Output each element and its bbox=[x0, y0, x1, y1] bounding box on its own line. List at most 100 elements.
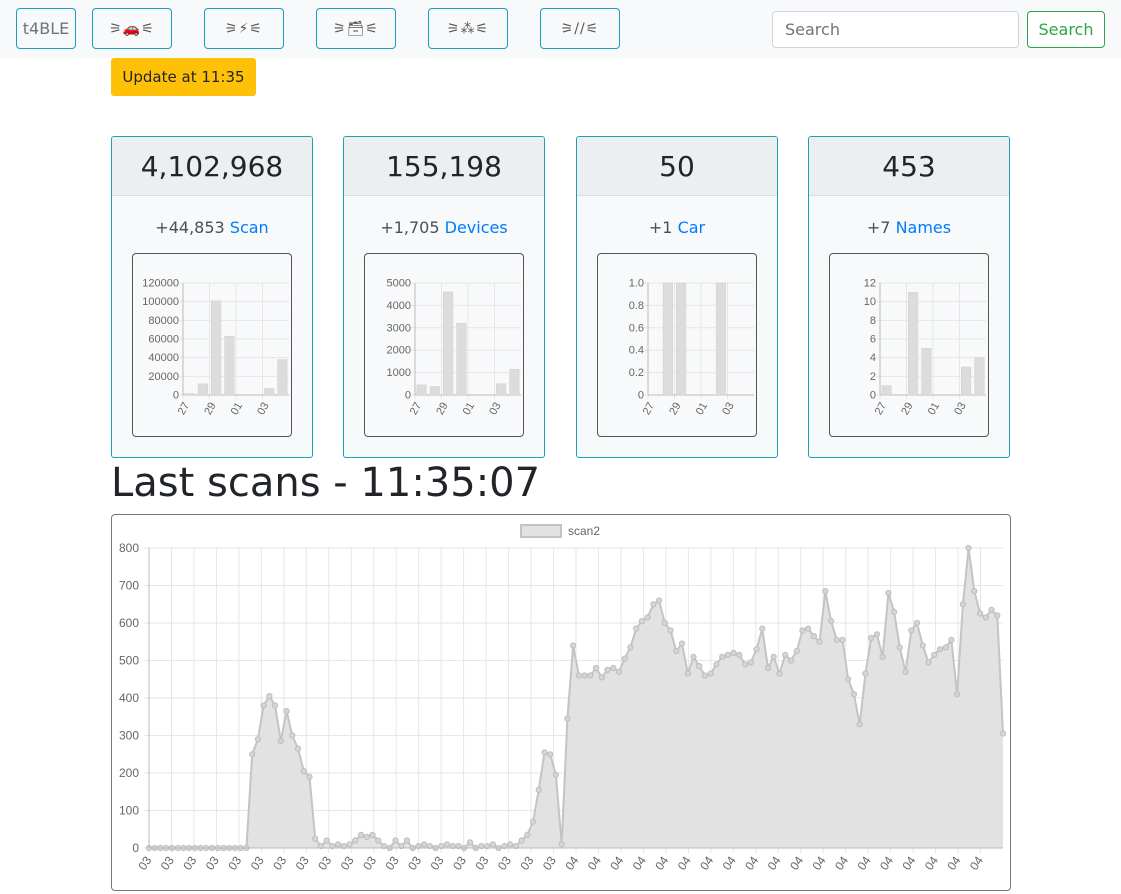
data-point bbox=[466, 839, 474, 846]
data-point bbox=[552, 771, 559, 778]
x-tick-label: 03 bbox=[720, 401, 737, 418]
y-tick-label: 400 bbox=[119, 691, 139, 705]
data-point bbox=[902, 668, 909, 675]
x-tick-label: 04 bbox=[697, 853, 716, 872]
data-point bbox=[260, 702, 267, 709]
y-tick-label: 0.2 bbox=[629, 367, 644, 379]
x-tick-label: 03 bbox=[225, 853, 244, 872]
search-button[interactable]: Search bbox=[1027, 11, 1105, 48]
bar bbox=[662, 282, 673, 396]
search-input[interactable] bbox=[772, 11, 1019, 48]
signal-nav-button[interactable]: ⚞//⚟ bbox=[540, 8, 620, 49]
bolt-nav-button[interactable]: ⚞⚡⚟ bbox=[204, 8, 284, 49]
data-point bbox=[856, 721, 863, 728]
data-point bbox=[443, 841, 451, 848]
data-point bbox=[822, 588, 829, 595]
data-point bbox=[581, 672, 588, 679]
bar bbox=[184, 393, 195, 396]
y-tick-label: 100000 bbox=[142, 296, 179, 308]
y-tick-label: 200 bbox=[119, 766, 139, 780]
brand-button[interactable]: t4BLE bbox=[16, 8, 76, 49]
x-tick-label: 03 bbox=[517, 853, 536, 872]
data-point bbox=[403, 837, 410, 844]
data-point bbox=[713, 661, 720, 668]
scan-link[interactable]: Scan bbox=[230, 218, 269, 237]
data-point bbox=[828, 618, 835, 625]
data-point bbox=[300, 768, 307, 775]
data-point bbox=[627, 644, 634, 651]
data-point bbox=[948, 636, 955, 644]
last-scans-chart: scan2 0 100 200 300 400 500 600 700 800 03 03 03 03 03… bbox=[111, 514, 1011, 891]
x-tick-label: 27 bbox=[176, 401, 193, 418]
data-point bbox=[615, 668, 623, 675]
bar bbox=[277, 359, 288, 396]
data-point bbox=[971, 588, 978, 595]
x-tick-label: 03 bbox=[293, 853, 312, 872]
y-tick-label: 0 bbox=[638, 390, 644, 402]
x-tick-label: 29 bbox=[202, 401, 219, 418]
data-point bbox=[266, 693, 273, 700]
x-tick-label: 04 bbox=[585, 853, 604, 872]
x-tick-label: 03 bbox=[383, 853, 402, 872]
data-point bbox=[541, 749, 548, 756]
y-tick-label: 0 bbox=[405, 390, 411, 402]
x-tick-label: 03 bbox=[338, 853, 357, 872]
scan-mini-chart: 0 20000 40000 60000 80000 100000 120000 27 29 01 0… bbox=[132, 253, 292, 437]
car-link[interactable]: Car bbox=[678, 218, 706, 237]
data-point bbox=[965, 544, 972, 552]
data-point bbox=[736, 651, 743, 658]
data-point bbox=[999, 730, 1007, 737]
x-tick-label: 27 bbox=[408, 401, 425, 418]
car-icon: ⚞🚗⚟ bbox=[109, 20, 155, 37]
y-tick-label: 1.0 bbox=[629, 278, 644, 290]
devices-delta-line: +1,705 Devices bbox=[344, 218, 544, 240]
y-tick-label: 2000 bbox=[387, 345, 411, 357]
devices-mini-chart: 0 1000 2000 3000 4000 5000 27 29 01 03 bbox=[364, 253, 524, 437]
bar bbox=[908, 292, 919, 396]
car-delta: +1 bbox=[648, 218, 673, 237]
cabinet-nav-button[interactable]: ⚞🗃⚟ bbox=[316, 8, 396, 49]
devices-stat-card: 155,198 +1,705 Devices 0 1000 2000 3000 4000… bbox=[343, 136, 545, 458]
data-point bbox=[249, 751, 256, 758]
data-point bbox=[885, 589, 892, 597]
update-badge[interactable]: Update at 11:35 bbox=[111, 58, 256, 96]
devices-link[interactable]: Devices bbox=[445, 218, 508, 237]
y-tick-label: 8 bbox=[870, 315, 876, 327]
network-nav-button[interactable]: ⚞⁂⚟ bbox=[428, 8, 508, 49]
data-point bbox=[644, 614, 651, 621]
data-point bbox=[707, 670, 714, 677]
data-point bbox=[312, 835, 319, 842]
data-point bbox=[862, 670, 869, 677]
y-tick-label: 120000 bbox=[142, 278, 179, 290]
x-tick-label: 04 bbox=[832, 853, 851, 872]
legend-label: scan2 bbox=[568, 524, 600, 538]
names-delta-line: +7 Names bbox=[809, 218, 1009, 240]
names-link[interactable]: Names bbox=[896, 218, 952, 237]
x-tick-label: 04 bbox=[652, 853, 671, 872]
data-point bbox=[294, 745, 302, 752]
bar bbox=[456, 323, 467, 396]
x-tick-label: 29 bbox=[434, 401, 451, 418]
data-point bbox=[982, 614, 989, 621]
data-point bbox=[690, 653, 697, 660]
data-point bbox=[936, 646, 944, 653]
x-tick-label: 03 bbox=[952, 401, 969, 418]
data-point bbox=[805, 625, 812, 632]
data-point bbox=[610, 664, 617, 672]
scan-delta-line: +44,853 Scan bbox=[112, 218, 312, 240]
y-tick-label: 0 bbox=[173, 390, 179, 402]
data-point bbox=[759, 625, 766, 632]
data-point bbox=[701, 672, 709, 679]
data-point bbox=[518, 837, 525, 844]
data-point bbox=[335, 841, 342, 848]
data-point bbox=[306, 773, 313, 780]
x-tick-label: 01 bbox=[229, 401, 246, 418]
data-point bbox=[604, 666, 611, 673]
x-tick-label: 04 bbox=[720, 853, 739, 872]
data-point bbox=[776, 670, 783, 677]
bar bbox=[211, 300, 222, 396]
y-tick-label: 10 bbox=[864, 296, 876, 308]
x-tick-label: 04 bbox=[877, 853, 896, 872]
car-nav-button[interactable]: ⚞🚗⚟ bbox=[92, 8, 172, 49]
y-tick-label: 0.6 bbox=[629, 322, 644, 334]
